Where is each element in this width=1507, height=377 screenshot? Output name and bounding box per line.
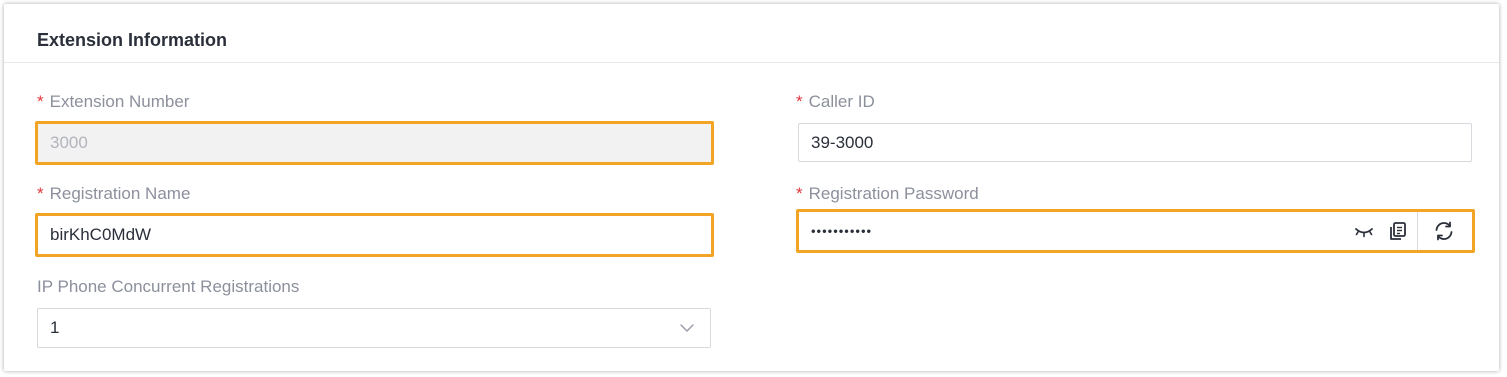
copy-icon[interactable] <box>1387 220 1409 242</box>
registration-name-input[interactable]: birKhC0MdW <box>35 213 714 257</box>
section-title: Extension Information <box>37 30 228 50</box>
extension-number-input[interactable]: 3000 <box>35 121 714 165</box>
extension-number-label: * Extension Number <box>37 92 189 112</box>
card-header: Extension Information <box>4 4 1499 63</box>
caller-id-label: * Caller ID <box>796 92 875 112</box>
concurrent-registrations-label: IP Phone Concurrent Registrations <box>37 277 299 297</box>
eye-closed-icon[interactable] <box>1353 220 1375 242</box>
registration-password-label: * Registration Password <box>796 184 979 204</box>
caller-id-input[interactable]: 39-3000 <box>798 123 1472 162</box>
extension-information-card: Extension Information * Extension Number … <box>4 4 1499 371</box>
refresh-icon[interactable] <box>1432 219 1456 243</box>
caller-id-value: 39-3000 <box>811 132 874 152</box>
required-mark: * <box>37 184 44 203</box>
registration-password-value: ••••••••••• <box>811 223 873 239</box>
required-mark: * <box>37 92 44 111</box>
registration-name-label: * Registration Name <box>37 184 190 204</box>
registration-name-value: birKhC0MdW <box>50 225 152 244</box>
registration-password-input[interactable]: ••••••••••• <box>796 209 1475 253</box>
extension-number-value: 3000 <box>50 133 88 152</box>
concurrent-registrations-value: 1 <box>50 318 60 337</box>
concurrent-registrations-select[interactable]: 1 <box>37 308 711 348</box>
registration-name-label-text: Registration Name <box>49 184 191 203</box>
required-mark: * <box>796 184 803 203</box>
concurrent-registrations-label-text: IP Phone Concurrent Registrations <box>37 277 300 296</box>
required-mark: * <box>796 92 803 111</box>
caller-id-label-text: Caller ID <box>808 92 875 111</box>
registration-password-label-text: Registration Password <box>808 184 979 203</box>
extension-number-label-text: Extension Number <box>49 92 190 111</box>
input-addon-divider <box>1417 212 1418 250</box>
chevron-down-icon <box>678 319 696 337</box>
